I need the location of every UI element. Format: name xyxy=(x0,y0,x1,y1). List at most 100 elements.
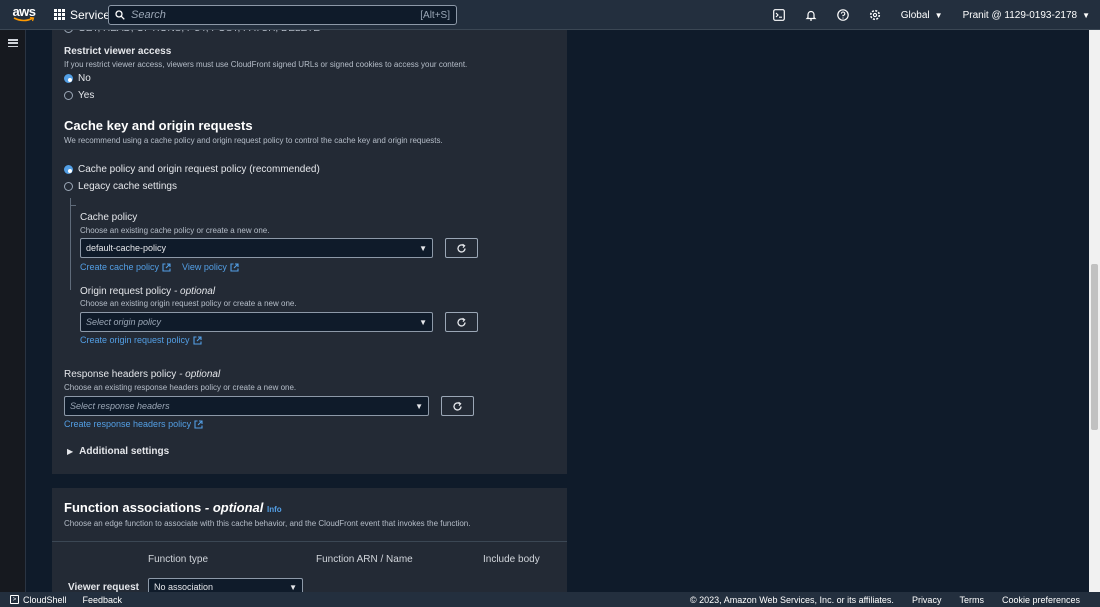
cloudshell-label: CloudShell xyxy=(23,594,67,605)
restrict-viewer-description: If you restrict viewer access, viewers m… xyxy=(64,60,468,69)
view-policy-link[interactable]: View policy xyxy=(182,262,239,272)
cloudshell-button[interactable]: > CloudShell xyxy=(10,595,67,605)
option-label: Yes xyxy=(78,90,95,101)
selected-value: default-cache-policy xyxy=(86,243,167,253)
external-link-icon xyxy=(194,419,203,429)
page-scrollbar[interactable] xyxy=(1089,30,1100,592)
tree-connector-branch xyxy=(70,205,76,206)
link-label: Create cache policy xyxy=(80,262,160,272)
radio-button-selected[interactable] xyxy=(64,165,73,174)
caret-down-icon: ▼ xyxy=(1082,10,1090,20)
title-text: Origin request policy xyxy=(80,286,172,297)
caret-right-icon: ▶ xyxy=(67,447,74,456)
caret-down-icon: ▼ xyxy=(934,10,943,20)
cache-key-heading: Cache key and origin requests xyxy=(64,118,253,133)
divider xyxy=(52,541,567,542)
caret-down-icon: ▼ xyxy=(419,317,427,327)
info-link[interactable]: Info xyxy=(267,505,282,514)
optional-text: - optional xyxy=(173,286,216,297)
caret-down-icon: ▼ xyxy=(289,583,297,592)
external-link-icon xyxy=(193,335,202,345)
account-menu[interactable]: Pranit @ 1129-0193-2178 ▼ xyxy=(963,10,1090,21)
cache-policy-description: Choose an existing cache policy or creat… xyxy=(80,226,270,235)
link-label: Create origin request policy xyxy=(80,335,190,345)
aws-smile-icon xyxy=(13,17,35,22)
refresh-icon xyxy=(457,317,466,327)
cache-policy-select[interactable]: default-cache-policy ▼ xyxy=(80,238,433,258)
search-placeholder: Search xyxy=(131,9,166,21)
copyright-text: © 2023, Amazon Web Services, Inc. or its… xyxy=(690,594,894,605)
column-header-include-body: Include body xyxy=(483,554,540,565)
radio-button-selected[interactable] xyxy=(64,74,73,83)
terminal-icon: > xyxy=(10,595,19,604)
optional-text: - optional xyxy=(204,500,264,515)
function-associations-description: Choose an edge function to associate wit… xyxy=(64,519,471,528)
cache-policy-title: Cache policy xyxy=(80,212,138,223)
optional-text: - optional xyxy=(179,369,221,380)
account-label: Pranit @ 1129-0193-2178 xyxy=(962,9,1078,21)
response-headers-select[interactable]: Select response headers ▼ xyxy=(64,396,429,416)
services-menu-button[interactable]: Services xyxy=(54,8,116,22)
refresh-icon xyxy=(457,243,466,253)
column-header-function-arn: Function ARN / Name xyxy=(316,554,413,565)
external-link-icon xyxy=(162,262,171,272)
cache-option-legacy[interactable]: Legacy cache settings xyxy=(64,181,177,192)
cache-option-policy[interactable]: Cache policy and origin request policy (… xyxy=(64,164,320,175)
create-response-headers-policy-link[interactable]: Create response headers policy xyxy=(64,419,203,429)
column-header-function-type: Function type xyxy=(148,554,209,565)
title-text: Response headers policy xyxy=(64,369,177,380)
response-headers-refresh-button[interactable] xyxy=(441,396,474,416)
feedback-link[interactable]: Feedback xyxy=(83,595,123,605)
origin-policy-refresh-button[interactable] xyxy=(445,312,478,332)
menu-icon[interactable] xyxy=(8,39,18,47)
link-label: View policy xyxy=(182,262,227,272)
restrict-option-yes[interactable]: Yes xyxy=(64,90,94,101)
scrollbar-thumb[interactable] xyxy=(1091,264,1098,430)
footer: > CloudShell Feedback © 2023, Amazon Web… xyxy=(0,592,1100,607)
link-label: Create response headers policy xyxy=(64,419,192,429)
option-label: Cache policy and origin request policy (… xyxy=(78,164,320,175)
caret-down-icon: ▼ xyxy=(415,401,423,411)
cloudshell-nav-button[interactable] xyxy=(763,0,795,30)
notifications-button[interactable] xyxy=(795,0,827,30)
search-shortcut: [Alt+S] xyxy=(420,9,450,21)
external-link-icon xyxy=(230,262,239,272)
privacy-link[interactable]: Privacy xyxy=(912,595,942,605)
viewer-request-function-select[interactable]: No association ▼ xyxy=(148,578,303,592)
top-navigation: aws Services Search [Alt+S] Global ▼ Pra… xyxy=(0,0,1100,30)
settings-button[interactable] xyxy=(859,0,891,30)
response-headers-policy-title: Response headers policy - optional xyxy=(64,369,220,380)
terminal-icon xyxy=(772,9,785,21)
origin-policy-select[interactable]: Select origin policy ▼ xyxy=(80,312,433,332)
tree-connector xyxy=(70,198,71,290)
option-label: No xyxy=(78,73,91,84)
select-placeholder: Select origin policy xyxy=(86,317,162,327)
heading-text: Function associations xyxy=(64,500,202,515)
region-selector[interactable]: Global ▼ xyxy=(901,10,943,21)
footer-links: © 2023, Amazon Web Services, Inc. or its… xyxy=(672,592,1080,607)
expander-label: Additional settings xyxy=(79,446,170,457)
left-rail xyxy=(0,30,26,592)
additional-settings-expander[interactable]: ▶ Additional settings xyxy=(67,446,169,457)
create-origin-request-policy-link[interactable]: Create origin request policy xyxy=(80,335,202,345)
radio-button[interactable] xyxy=(64,182,73,191)
refresh-icon xyxy=(453,401,462,411)
select-placeholder: Select response headers xyxy=(70,401,170,411)
cache-policy-refresh-button[interactable] xyxy=(445,238,478,258)
search-input[interactable]: Search [Alt+S] xyxy=(108,5,457,25)
help-button[interactable] xyxy=(827,0,859,30)
function-associations-heading: Function associations - optional Info xyxy=(64,500,282,515)
cache-key-description: We recommend using a cache policy and or… xyxy=(64,136,443,145)
restrict-option-no[interactable]: No xyxy=(64,73,91,84)
origin-request-policy-title: Origin request policy - optional xyxy=(80,286,215,297)
search-icon xyxy=(115,10,125,20)
radio-button[interactable] xyxy=(64,91,73,100)
response-headers-description: Choose an existing response headers poli… xyxy=(64,383,297,392)
cookie-preferences-link[interactable]: Cookie preferences xyxy=(1002,595,1080,605)
aws-logo[interactable]: aws xyxy=(4,0,44,30)
gear-icon xyxy=(869,9,880,21)
terms-link[interactable]: Terms xyxy=(959,595,984,605)
help-circle-icon xyxy=(836,9,849,21)
caret-down-icon: ▼ xyxy=(419,243,427,253)
create-cache-policy-link[interactable]: Create cache policy xyxy=(80,262,171,272)
